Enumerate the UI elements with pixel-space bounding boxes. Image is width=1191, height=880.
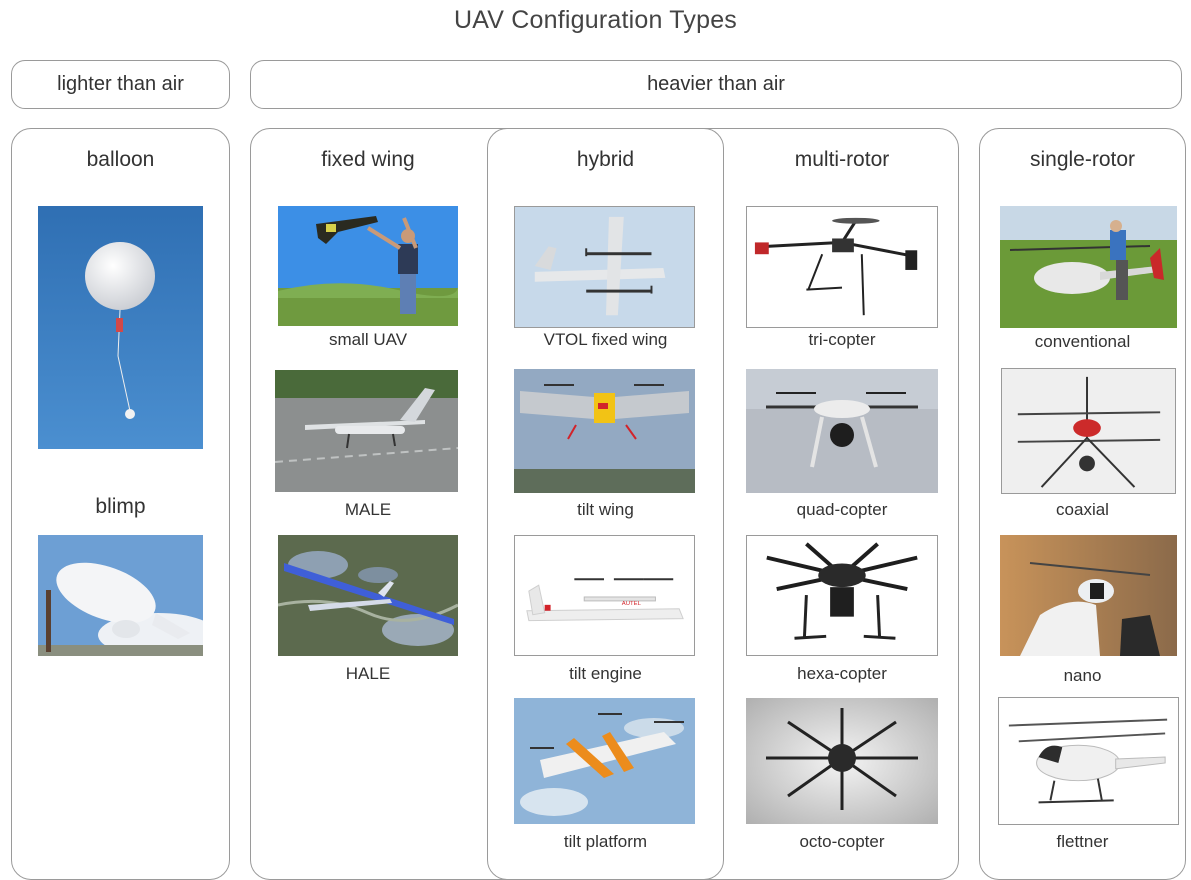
balloon-photo xyxy=(38,206,203,449)
single-rotor-heading: single-rotor xyxy=(1029,148,1136,171)
flettner-label: flettner xyxy=(1056,832,1109,851)
quad-copter-label: quad-copter xyxy=(796,500,888,519)
hale-label: HALE xyxy=(345,664,391,683)
coaxial-photo xyxy=(1001,368,1176,494)
balloon-heading: balloon xyxy=(86,148,155,171)
conventional-photo xyxy=(1000,206,1177,328)
lighter-than-air-label: lighter than air xyxy=(57,73,184,95)
nano-photo xyxy=(1000,535,1177,656)
tilt-platform-label: tilt platform xyxy=(563,832,648,851)
diagram-title: UAV Configuration Types xyxy=(454,6,737,34)
flettner-photo xyxy=(998,697,1179,825)
small-uav-label: small UAV xyxy=(328,330,408,349)
lighter-than-air-group: lighter than air xyxy=(11,60,230,109)
tri-copter-photo xyxy=(746,206,938,328)
coaxial-label: coaxial xyxy=(1056,500,1109,519)
quad-copter-photo xyxy=(746,369,938,493)
conventional-label: conventional xyxy=(1034,332,1131,351)
hexa-copter-photo xyxy=(746,535,938,656)
fixed-wing-heading: fixed wing xyxy=(321,148,415,171)
heavier-than-air-group: heavier than air xyxy=(250,60,1182,109)
octo-copter-label: octo-copter xyxy=(799,832,885,851)
vtol-fixed-wing-label: VTOL fixed wing xyxy=(543,330,668,349)
tilt-platform-photo xyxy=(514,698,695,824)
hybrid-heading: hybrid xyxy=(576,148,635,171)
male-photo xyxy=(275,370,458,492)
tilt-wing-photo xyxy=(514,369,695,493)
tilt-engine-label: tilt engine xyxy=(569,664,642,683)
svg-text:AUTEL: AUTEL xyxy=(622,601,642,607)
tri-copter-label: tri-copter xyxy=(808,330,876,349)
blimp-photo xyxy=(38,535,203,656)
tilt-wing-label: tilt wing xyxy=(577,500,634,519)
male-label: MALE xyxy=(344,500,392,519)
hexa-copter-label: hexa-copter xyxy=(797,664,887,683)
heavier-than-air-label: heavier than air xyxy=(647,73,785,95)
multi-rotor-heading: multi-rotor xyxy=(794,148,890,171)
hale-photo xyxy=(278,535,458,656)
vtol-fixed-wing-photo xyxy=(514,206,695,328)
octo-copter-photo xyxy=(746,698,938,824)
nano-label: nano xyxy=(1063,666,1102,685)
blimp-heading: blimp xyxy=(95,495,146,518)
tilt-engine-photo: AUTEL xyxy=(514,535,695,656)
small-uav-photo xyxy=(278,206,458,326)
